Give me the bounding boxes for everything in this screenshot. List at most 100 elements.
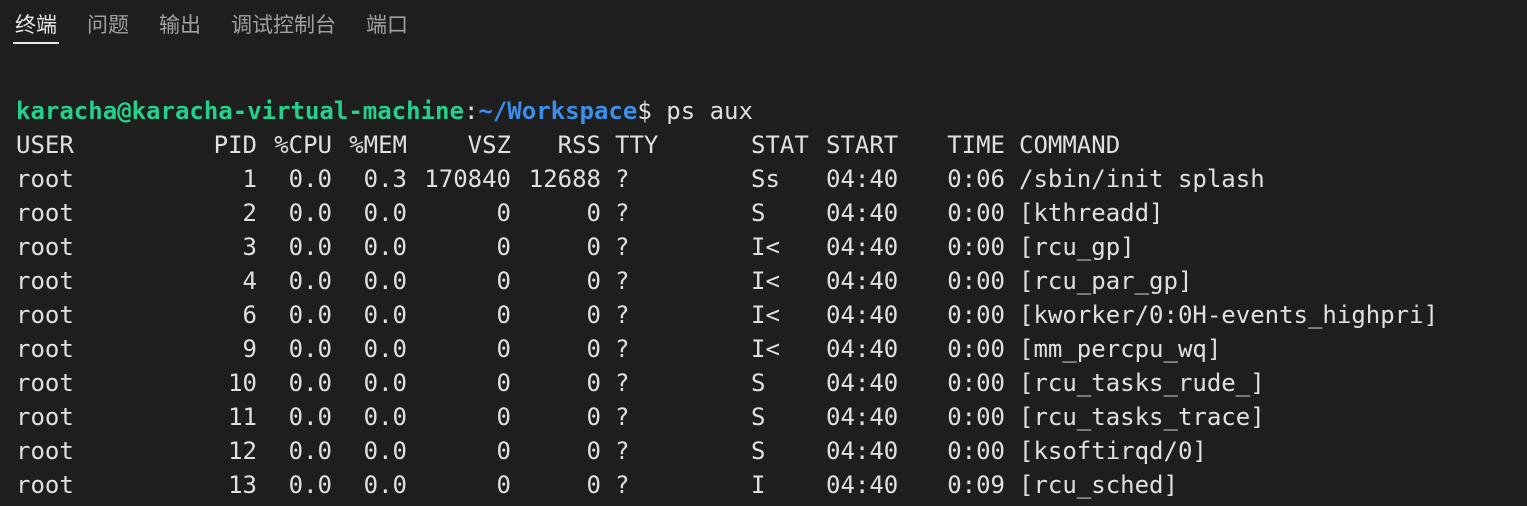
cell-cpu: 0.0 [288, 267, 332, 295]
process-row: root 1 0.0 0.3 170840 12688? Ss 04:40 0:06/sbin/… [16, 162, 1511, 196]
cell-rss: 0 [586, 199, 601, 227]
cell-cpu: 0.0 [288, 369, 332, 397]
tab-debug-console[interactable]: 调试控制台 [229, 10, 338, 44]
cell-mem: 0.3 [363, 165, 407, 193]
cell-tty: ? [615, 233, 630, 261]
cell-command: [rcu_gp] [1019, 233, 1135, 261]
tab-problems[interactable]: 问题 [85, 10, 131, 44]
cell-pid: 4 [242, 267, 257, 295]
cell-stat: S [751, 403, 766, 431]
cell-mem: 0.0 [363, 369, 407, 397]
prompt-colon: : [463, 97, 479, 125]
cell-rss: 12688 [528, 165, 601, 193]
cell-time: 0:00 [947, 233, 1005, 261]
cell-time: 0:00 [947, 437, 1005, 465]
cell-time: 0:00 [947, 301, 1005, 329]
cell-command: [ksoftirqd/0] [1019, 437, 1207, 465]
cell-user: root [16, 301, 74, 329]
prompt-user-host: karacha@karacha-virtual-machine [16, 97, 464, 125]
cell-stat: I< [751, 267, 780, 295]
cell-time: 0:09 [947, 471, 1005, 499]
prompt-command: ps aux [651, 97, 753, 125]
cell-rss: 0 [586, 471, 601, 499]
cell-stat: I< [751, 233, 780, 261]
header-pid: PID [213, 131, 257, 159]
cell-stat: S [751, 369, 766, 397]
cell-user: root [16, 233, 74, 261]
cell-tty: ? [615, 471, 630, 499]
cell-mem: 0.0 [363, 437, 407, 465]
cell-stat: S [751, 199, 766, 227]
header-mem: %MEM [349, 131, 407, 159]
cell-mem: 0.0 [363, 267, 407, 295]
cell-stat: S [751, 437, 766, 465]
cell-cpu: 0.0 [288, 165, 332, 193]
cell-pid: 3 [242, 233, 257, 261]
ps-header-row: USER PID %CPU %MEM VSZ RSS TTY STAT START TIME COM… [16, 128, 1511, 162]
cell-user: root [16, 165, 74, 193]
cell-pid: 11 [228, 403, 257, 431]
cell-cpu: 0.0 [288, 233, 332, 261]
cell-tty: ? [615, 199, 630, 227]
cell-time: 0:00 [947, 335, 1005, 363]
cell-start: 04:40 [826, 267, 899, 295]
header-vsz: VSZ [467, 131, 511, 159]
cell-time: 0:00 [947, 267, 1005, 295]
prompt-path: ~/Workspace [478, 97, 638, 125]
cell-vsz: 0 [496, 403, 511, 431]
cell-mem: 0.0 [363, 233, 407, 261]
cell-tty: ? [615, 301, 630, 329]
cell-start: 04:40 [826, 403, 899, 431]
terminal-prompt-line: karacha@karacha-virtual-machine:~/Worksp… [16, 94, 1511, 128]
tab-ports[interactable]: 端口 [364, 10, 410, 44]
process-row: root 2 0.0 0.0 0 0? S 04:40 0:00 [kthreadd] [16, 196, 1511, 230]
cell-stat: I [751, 471, 766, 499]
panel-tab-bar: 终端 问题 输出 调试控制台 端口 [0, 0, 1527, 52]
process-row: root 11 0.0 0.0 0 0? S 04:40 0:00 [rcu_tasks_trac… [16, 400, 1511, 434]
ps-rows: root 1 0.0 0.3 170840 12688? Ss 04:40 0:06/sbin/… [16, 162, 1511, 502]
cell-command: [rcu_tasks_trace] [1019, 403, 1265, 431]
cell-cpu: 0.0 [288, 471, 332, 499]
cell-user: root [16, 471, 74, 499]
cell-vsz: 0 [496, 369, 511, 397]
cell-tty: ? [615, 403, 630, 431]
cell-time: 0:00 [947, 199, 1005, 227]
terminal-output[interactable]: karacha@karacha-virtual-machine:~/Worksp… [16, 94, 1511, 506]
cell-start: 04:40 [826, 233, 899, 261]
cell-tty: ? [615, 335, 630, 363]
header-user: USER [16, 131, 74, 159]
cell-command: [rcu_sched] [1019, 471, 1178, 499]
cell-pid: 10 [228, 369, 257, 397]
header-start: START [826, 131, 899, 159]
cell-rss: 0 [586, 403, 601, 431]
header-rss: RSS [557, 131, 601, 159]
cell-command: [rcu_tasks_rude_] [1019, 369, 1265, 397]
cell-time: 0:00 [947, 369, 1005, 397]
cell-start: 04:40 [826, 335, 899, 363]
cell-time: 0:00 [947, 403, 1005, 431]
cell-cpu: 0.0 [288, 301, 332, 329]
cell-vsz: 170840 [424, 165, 511, 193]
cell-start: 04:40 [826, 165, 899, 193]
process-row: root 12 0.0 0.0 0 0? S 04:40 0:00 [ksoftirqd/0] [16, 434, 1511, 468]
cell-rss: 0 [586, 335, 601, 363]
cell-rss: 0 [586, 437, 601, 465]
header-stat: STAT [751, 131, 809, 159]
process-row: root 9 0.0 0.0 0 0? I< 04:40 0:00 [mm_percpu_wq] [16, 332, 1511, 366]
cell-vsz: 0 [496, 301, 511, 329]
cell-vsz: 0 [496, 437, 511, 465]
tab-terminal[interactable]: 终端 [13, 10, 59, 44]
cell-pid: 9 [242, 335, 257, 363]
process-row: root 13 0.0 0.0 0 0? I 04:40 0:09 [rcu_sched] [16, 468, 1511, 502]
cell-command: [mm_percpu_wq] [1019, 335, 1222, 363]
cell-user: root [16, 267, 74, 295]
tab-output[interactable]: 输出 [157, 10, 203, 44]
cell-rss: 0 [586, 233, 601, 261]
process-row: root 4 0.0 0.0 0 0? I< 04:40 0:00 [rcu_par_gp] [16, 264, 1511, 298]
cell-vsz: 0 [496, 233, 511, 261]
cell-command: [kworker/0:0H-events_highpri] [1019, 301, 1439, 329]
cell-tty: ? [615, 437, 630, 465]
cell-rss: 0 [586, 267, 601, 295]
prompt-symbol: $ [637, 97, 652, 125]
cell-tty: ? [615, 369, 630, 397]
